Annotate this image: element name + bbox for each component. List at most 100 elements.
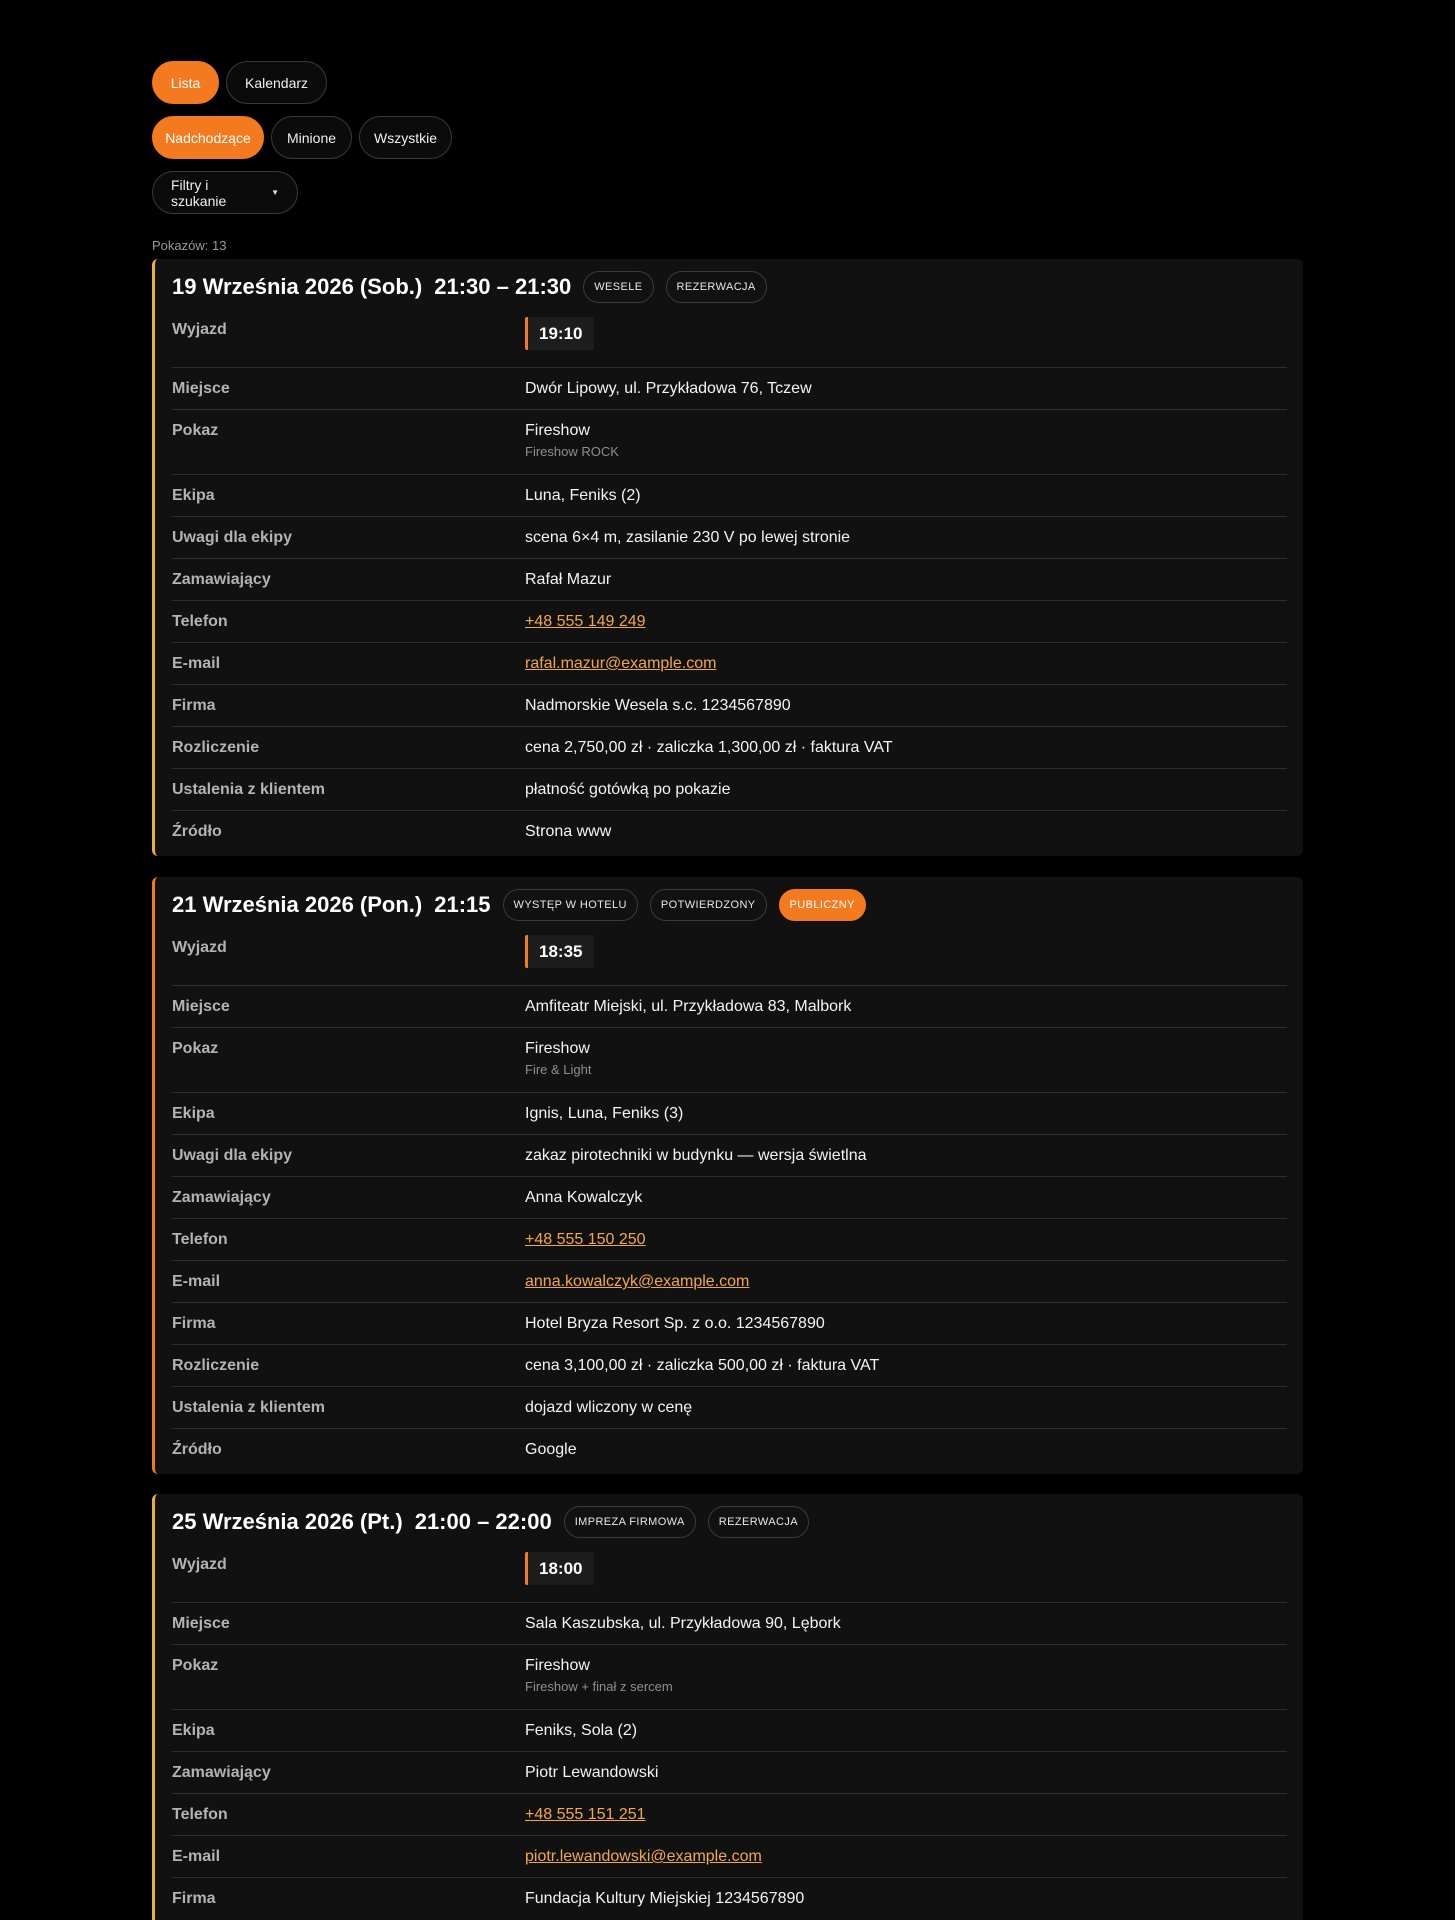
detail-row-billing: Rozliczenie cena 2,750,00 zł · zaliczka … bbox=[172, 727, 1287, 769]
detail-row-place: Miejsce Sala Kaszubska, ul. Przykładowa … bbox=[172, 1603, 1287, 1645]
event-type-tag: WESELE bbox=[583, 271, 654, 303]
event-card-header: 25 Września 2026 (Pt.) 21:00 – 22:00 IMP… bbox=[172, 1494, 1287, 1550]
detail-label: Źródło bbox=[172, 1441, 222, 1458]
show-name: Fireshow bbox=[525, 1040, 590, 1057]
detail-label: Zamawiający bbox=[172, 1189, 271, 1206]
detail-label: Uwagi dla ekipy bbox=[172, 1147, 293, 1164]
detail-row-crew: Ekipa Luna, Feniks (2) bbox=[172, 475, 1287, 517]
detail-label: Telefon bbox=[172, 613, 228, 630]
detail-label: Wyjazd bbox=[172, 321, 227, 338]
detail-row-client-terms: Ustalenia z klientem dojazd wliczony w c… bbox=[172, 1387, 1287, 1429]
detail-row-phone: Telefon +48 555 150 250 bbox=[172, 1219, 1287, 1261]
detail-row-crew-notes: Uwagi dla ekipy zakaz pirotechniki w bud… bbox=[172, 1135, 1287, 1177]
detail-label: Firma bbox=[172, 1890, 216, 1907]
phone-link[interactable]: +48 555 149 249 bbox=[525, 613, 646, 630]
email-link[interactable]: rafal.mazur@example.com bbox=[525, 655, 716, 672]
event-details: Wyjazd 18:35 Miejsce Amfiteatr Miejski, … bbox=[172, 933, 1287, 1471]
detail-value: scena 6×4 m, zasilanie 230 V po lewej st… bbox=[525, 529, 851, 546]
detail-label: Firma bbox=[172, 1315, 216, 1332]
detail-row-source: Źródło Strona www bbox=[172, 811, 1287, 853]
detail-value: cena 2,750,00 zł · zaliczka 1,300,00 zł … bbox=[525, 739, 893, 756]
all-filter-button[interactable]: Wszystkie bbox=[359, 116, 452, 159]
upcoming-filter-button[interactable]: Nadchodzące bbox=[152, 116, 264, 159]
detail-label: Telefon bbox=[172, 1806, 228, 1823]
event-time: 21:30 – 21:30 bbox=[434, 274, 572, 299]
event-status-tag: REZERWACJA bbox=[665, 271, 767, 303]
show-name: Fireshow bbox=[525, 1657, 590, 1674]
detail-row-departure: Wyjazd 19:10 bbox=[172, 315, 1287, 368]
email-link[interactable]: anna.kowalczyk@example.com bbox=[525, 1273, 749, 1290]
show-variant: Fireshow + finał z sercem bbox=[525, 1679, 673, 1694]
past-filter-button[interactable]: Minione bbox=[271, 116, 352, 159]
detail-row-show: Pokaz Fireshow Fireshow + finał z sercem bbox=[172, 1645, 1287, 1710]
filters-row: Filtry i szukanie ▼ bbox=[152, 171, 1303, 214]
event-status-tag: POTWIERDZONY bbox=[649, 889, 767, 921]
event-card: 25 Września 2026 (Pt.) 21:00 – 22:00 IMP… bbox=[152, 1494, 1303, 1920]
event-status-tag: REZERWACJA bbox=[707, 1506, 809, 1538]
filters-search-button[interactable]: Filtry i szukanie ▼ bbox=[152, 171, 298, 214]
detail-value: Fundacja Kultury Miejskiej 1234567890 bbox=[525, 1890, 805, 1907]
events-view: Lista Kalendarz Nadchodzące Minione Wszy… bbox=[152, 61, 1303, 253]
detail-row-client: Zamawiający Anna Kowalczyk bbox=[172, 1177, 1287, 1219]
email-link[interactable]: piotr.lewandowski@example.com bbox=[525, 1848, 762, 1865]
show-variant: Fireshow ROCK bbox=[525, 444, 619, 459]
detail-row-crew-notes: Uwagi dla ekipy scena 6×4 m, zasilanie 2… bbox=[172, 517, 1287, 559]
detail-label: Miejsce bbox=[172, 1615, 230, 1632]
detail-row-departure: Wyjazd 18:35 bbox=[172, 933, 1287, 986]
detail-value: Feniks, Sola (2) bbox=[525, 1722, 638, 1739]
event-time: 21:00 – 22:00 bbox=[414, 1509, 552, 1534]
detail-label: Ekipa bbox=[172, 1105, 215, 1122]
event-card: 19 Września 2026 (Sob.) 21:30 – 21:30 WE… bbox=[152, 259, 1303, 856]
detail-label: Telefon bbox=[172, 1231, 228, 1248]
detail-row-client-terms: Ustalenia z klientem płatność gotówką po… bbox=[172, 769, 1287, 811]
detail-label: Firma bbox=[172, 697, 216, 714]
detail-row-place: Miejsce Dwór Lipowy, ul. Przykładowa 76,… bbox=[172, 368, 1287, 410]
event-card-header: 19 Września 2026 (Sob.) 21:30 – 21:30 WE… bbox=[172, 259, 1287, 315]
detail-label: E-mail bbox=[172, 655, 221, 672]
departure-time-badge: 19:10 bbox=[525, 317, 595, 350]
detail-label: Ustalenia z klientem bbox=[172, 781, 325, 798]
detail-row-company: Firma Nadmorskie Wesela s.c. 1234567890 bbox=[172, 685, 1287, 727]
detail-row-departure: Wyjazd 18:00 bbox=[172, 1550, 1287, 1603]
event-type-tag: IMPREZA FIRMOWA bbox=[563, 1506, 696, 1538]
show-name: Fireshow bbox=[525, 422, 590, 439]
detail-row-client: Zamawiający Piotr Lewandowski bbox=[172, 1752, 1287, 1794]
detail-value: Anna Kowalczyk bbox=[525, 1189, 643, 1206]
shows-count: Pokazów: 13 bbox=[152, 238, 227, 253]
phone-link[interactable]: +48 555 150 250 bbox=[525, 1231, 646, 1248]
detail-row-company: Firma Fundacja Kultury Miejskiej 1234567… bbox=[172, 1878, 1287, 1920]
detail-label: Miejsce bbox=[172, 380, 230, 397]
caret-down-icon: ▼ bbox=[271, 188, 279, 197]
detail-row-show: Pokaz Fireshow Fireshow ROCK bbox=[172, 410, 1287, 475]
detail-value: Sala Kaszubska, ul. Przykładowa 90, Lębo… bbox=[525, 1615, 841, 1632]
detail-value: Nadmorskie Wesela s.c. 1234567890 bbox=[525, 697, 791, 714]
detail-label: Ustalenia z klientem bbox=[172, 1399, 325, 1416]
detail-row-source: Źródło Google bbox=[172, 1429, 1287, 1471]
detail-label: Uwagi dla ekipy bbox=[172, 529, 293, 546]
detail-label: Źródło bbox=[172, 823, 222, 840]
detail-row-place: Miejsce Amfiteatr Miejski, ul. Przykłado… bbox=[172, 986, 1287, 1028]
detail-value: Ignis, Luna, Feniks (3) bbox=[525, 1105, 684, 1122]
detail-label: Rozliczenie bbox=[172, 739, 260, 756]
detail-label: Pokaz bbox=[172, 1040, 219, 1057]
detail-label: Miejsce bbox=[172, 998, 230, 1015]
detail-row-client: Zamawiający Rafał Mazur bbox=[172, 559, 1287, 601]
detail-value: płatność gotówką po pokazie bbox=[525, 781, 731, 798]
detail-row-billing: Rozliczenie cena 3,100,00 zł · zaliczka … bbox=[172, 1345, 1287, 1387]
detail-row-email: E-mail anna.kowalczyk@example.com bbox=[172, 1261, 1287, 1303]
detail-value: Strona www bbox=[525, 823, 612, 840]
event-date: 19 Września 2026 (Sob.) bbox=[172, 274, 423, 299]
detail-label: Rozliczenie bbox=[172, 1357, 260, 1374]
departure-time-badge: 18:35 bbox=[525, 935, 595, 968]
detail-label: Pokaz bbox=[172, 422, 219, 439]
detail-row-crew: Ekipa Ignis, Luna, Feniks (3) bbox=[172, 1093, 1287, 1135]
detail-value: dojazd wliczony w cenę bbox=[525, 1399, 693, 1416]
event-card: 21 Września 2026 (Pon.) 21:15 WYSTĘP W H… bbox=[152, 877, 1303, 1474]
detail-value: Dwór Lipowy, ul. Przykładowa 76, Tczew bbox=[525, 380, 812, 397]
calendar-view-button[interactable]: Kalendarz bbox=[226, 61, 327, 104]
detail-value: cena 3,100,00 zł · zaliczka 500,00 zł · … bbox=[525, 1357, 880, 1374]
list-view-button[interactable]: Lista bbox=[152, 61, 219, 104]
event-date: 21 Września 2026 (Pon.) bbox=[172, 892, 423, 917]
phone-link[interactable]: +48 555 151 251 bbox=[525, 1806, 646, 1823]
detail-label: E-mail bbox=[172, 1273, 221, 1290]
